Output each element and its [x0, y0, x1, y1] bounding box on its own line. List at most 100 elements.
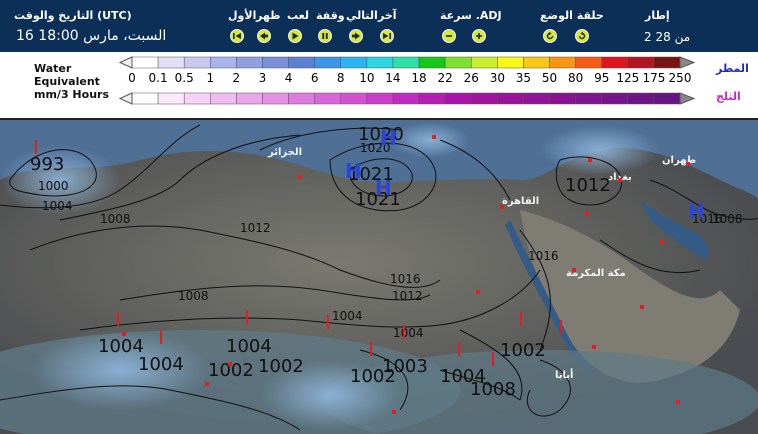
precip-marker	[492, 352, 494, 366]
loop-mode-b-button[interactable]	[575, 29, 589, 43]
rain-scale-swatch	[314, 56, 342, 69]
precip-marker	[592, 345, 596, 349]
rain-scale-swatch	[131, 56, 159, 69]
precip-marker	[432, 135, 436, 139]
isobar-label: 1004	[393, 326, 424, 340]
snow-scale	[118, 92, 696, 105]
control-label-last: آخر	[378, 9, 397, 22]
top-toolbar: التاريخ والوقت (UTC) السبت، مارس 18:00 1…	[0, 0, 758, 52]
speed-increase-button[interactable]	[472, 29, 486, 43]
rain-scale-swatch	[653, 56, 681, 69]
minus-icon	[446, 35, 452, 37]
city-label: أبابا	[555, 368, 573, 381]
control-label-back: ظهر	[256, 9, 281, 22]
rain-scale-swatch	[497, 56, 524, 69]
precip-marker	[618, 178, 622, 182]
isobar-label: 1012	[240, 221, 271, 235]
precip-marker	[660, 240, 664, 244]
rain-scale-swatch	[575, 56, 602, 69]
precip-marker	[35, 140, 37, 154]
precip-marker	[327, 315, 329, 329]
snow-scale-arrow-left	[118, 92, 133, 105]
first-frame-button[interactable]	[230, 29, 244, 43]
snow-scale-swatch	[366, 92, 394, 105]
snow-label: الثلج	[716, 90, 741, 103]
rain-scale-swatch	[366, 56, 394, 69]
city-label: الجزائر	[267, 147, 302, 158]
play-button[interactable]	[288, 29, 302, 43]
rain-scale-arrow-right	[679, 56, 696, 69]
pause-button[interactable]	[318, 29, 332, 43]
last-frame-button[interactable]	[380, 29, 394, 43]
snow-scale-swatch	[601, 92, 629, 105]
speed-decrease-button[interactable]	[442, 29, 456, 43]
precip-marker	[686, 162, 690, 166]
rain-scale-arrow-left	[118, 56, 133, 69]
back-button[interactable]	[257, 29, 271, 43]
rain-scale-swatch	[392, 56, 420, 69]
isobar-label: 1016	[390, 272, 421, 286]
arrow-right-icon	[352, 32, 360, 40]
rain-scale	[118, 56, 696, 69]
isobar-label: 1002	[500, 340, 546, 361]
frame-value: من 28 2	[644, 30, 691, 44]
frame-label: إطار	[645, 9, 670, 22]
play-icon	[292, 32, 299, 40]
rain-scale-swatch	[262, 56, 289, 69]
isobar-label: 1004	[226, 336, 272, 357]
rotate-cw-icon	[578, 31, 586, 40]
rain-scale-swatch	[418, 56, 446, 69]
snow-scale-swatch	[262, 92, 289, 105]
precip-marker	[588, 158, 592, 162]
next-button[interactable]	[349, 29, 363, 43]
precip-marker	[500, 205, 504, 209]
plus-icon	[476, 33, 482, 39]
precip-marker	[160, 330, 162, 344]
isobar-label: 1012	[565, 175, 611, 196]
color-scale	[118, 56, 696, 105]
high-pressure-marker: H	[345, 159, 362, 183]
loop-mode-a-button[interactable]	[543, 29, 557, 43]
snow-scale-swatch	[575, 92, 602, 105]
snow-scale-swatch	[418, 92, 446, 105]
precip-marker	[392, 410, 396, 414]
rain-scale-swatch	[183, 56, 211, 69]
weather-map[interactable]: 993 1000 1004 1008 1012 1016 1020 1021 1021 1012 1…	[0, 118, 758, 434]
snow-scale-swatch	[549, 92, 576, 105]
pause-icon	[322, 33, 328, 39]
control-label-first: الأول	[228, 9, 257, 22]
isobar-label: 1012	[392, 289, 423, 303]
rain-scale-swatch	[288, 56, 315, 69]
precip-marker	[520, 312, 522, 326]
rain-scale-swatch	[549, 56, 576, 69]
rain-scale-swatch	[470, 56, 498, 69]
control-label-play: لعب	[287, 9, 309, 22]
datetime-label: التاريخ والوقت (UTC)	[14, 9, 132, 22]
skip-first-icon	[233, 33, 241, 39]
precip-marker	[228, 362, 232, 366]
snow-scale-swatch	[288, 92, 315, 105]
isobar-label: 1008	[470, 379, 516, 400]
rain-scale-swatch	[236, 56, 263, 69]
snow-scale-swatch	[314, 92, 342, 105]
snow-scale-swatch	[131, 92, 159, 105]
control-label-pause: وقفة	[316, 9, 345, 22]
precip-marker	[640, 305, 644, 309]
rotate-ccw-icon	[546, 31, 554, 40]
rain-scale-swatch	[444, 56, 472, 69]
precipitation-legend: Water Equivalent mm/3 Hours المطر الثلج …	[0, 52, 758, 118]
precip-marker	[585, 212, 589, 216]
isobar-label: 1004	[332, 309, 363, 323]
precip-marker	[246, 310, 248, 324]
snow-scale-swatch	[523, 92, 550, 105]
loop-mode-label: حلقة الوضع	[540, 9, 604, 22]
map-canvas: 9931000100410081012101610201021102110121…	[0, 120, 758, 434]
rain-scale-swatch	[601, 56, 629, 69]
city-label: طهران	[662, 155, 696, 166]
snow-scale-swatch	[340, 92, 368, 105]
snow-scale-swatch	[627, 92, 655, 105]
snow-scale-swatch	[497, 92, 524, 105]
precip-marker	[676, 400, 680, 404]
rain-scale-swatch	[523, 56, 550, 69]
isobar-label: 1008	[100, 212, 131, 226]
